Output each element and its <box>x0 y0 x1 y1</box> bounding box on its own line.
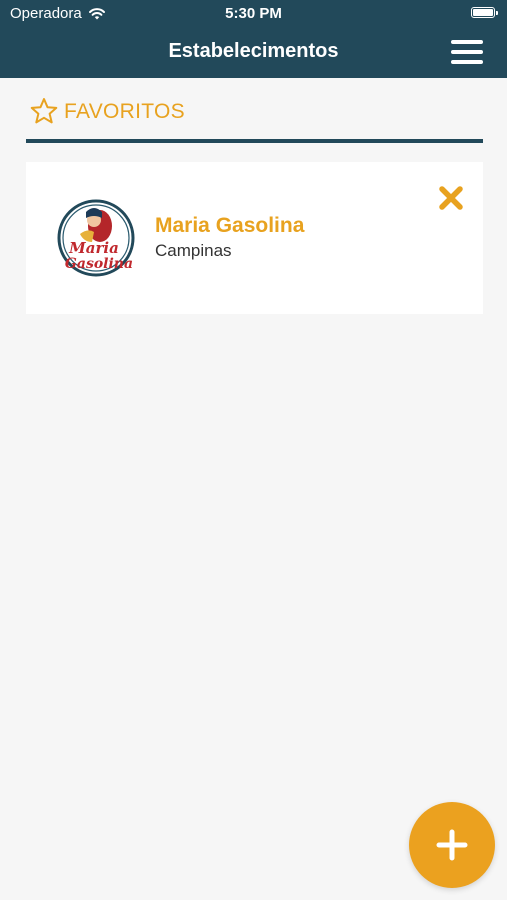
establishment-logo: Maria Gasolina <box>57 199 135 277</box>
status-bar: Operadora 5:30 PM <box>10 5 498 23</box>
carrier-info: Operadora <box>10 5 106 22</box>
hamburger-menu-icon[interactable] <box>451 40 483 64</box>
establishment-name: Maria Gasolina <box>155 214 305 237</box>
navigation-bar: Operadora 5:30 PM Estabelecimentos <box>0 0 507 78</box>
carrier-name: Operadora <box>10 5 82 22</box>
star-outline-icon <box>30 98 58 124</box>
wifi-icon <box>88 8 105 20</box>
establishment-city: Campinas <box>155 241 232 260</box>
favorites-section-header: FAVORITOS <box>26 95 483 143</box>
battery-icon <box>471 7 498 18</box>
svg-text:Gasolina: Gasolina <box>65 256 133 272</box>
add-establishment-button[interactable] <box>409 802 495 888</box>
section-title: FAVORITOS <box>64 100 185 123</box>
plus-icon <box>436 829 468 861</box>
svg-text:Maria: Maria <box>68 239 119 257</box>
status-time: 5:30 PM <box>225 5 282 22</box>
favorite-card[interactable]: Maria Gasolina Maria Gasolina Campinas <box>26 162 483 314</box>
page-title: Estabelecimentos <box>168 40 339 62</box>
close-x-icon[interactable] <box>437 184 465 212</box>
